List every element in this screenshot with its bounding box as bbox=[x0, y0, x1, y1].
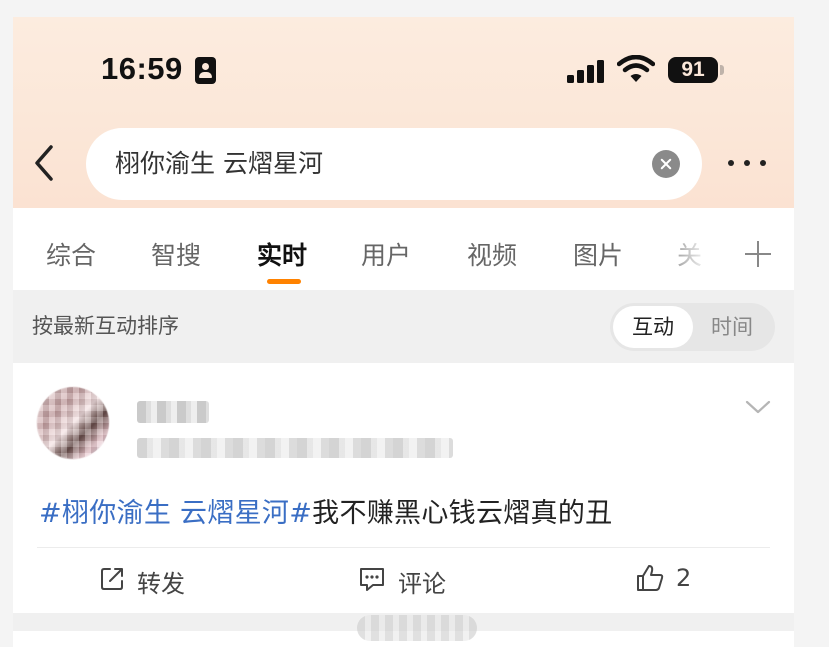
clear-icon[interactable] bbox=[652, 150, 680, 178]
search-input[interactable]: 栩你渝生 云熠星河 bbox=[86, 128, 702, 200]
like-count: 2 bbox=[676, 564, 692, 592]
sort-label: 按最新互动排序 bbox=[32, 314, 179, 338]
blurred-watermark bbox=[357, 615, 477, 641]
post-text: #栩你渝生 云熠星河#我不赚黑心钱云熠真的丑 bbox=[39, 491, 612, 530]
repost-button[interactable]: 转发 bbox=[99, 563, 209, 598]
avatar-mosaic bbox=[37, 387, 109, 459]
post-body: 我不赚黑心钱云熠真的丑 bbox=[312, 498, 613, 529]
signal-icon bbox=[567, 59, 607, 83]
comment-icon bbox=[360, 568, 384, 591]
tab-images[interactable]: 图片 bbox=[573, 236, 623, 272]
sort-option-time[interactable]: 时间 bbox=[692, 306, 772, 348]
divider bbox=[37, 547, 770, 548]
comment-button[interactable]: 评论 bbox=[358, 563, 468, 598]
like-button[interactable]: 2 bbox=[635, 563, 725, 597]
search-tabs: 综合 智搜 实时 用户 视频 图片 关 bbox=[13, 208, 794, 290]
thumbs-up-icon bbox=[637, 565, 664, 591]
battery-icon: 91 bbox=[668, 57, 718, 83]
phone-screen: 16:59 91 栩你渝生 云熠星河 综合 智搜 实时 用户 视频 图片 按最新… bbox=[13, 17, 794, 647]
tab-users[interactable]: 用户 bbox=[361, 236, 411, 272]
repost-label: 转发 bbox=[137, 570, 185, 598]
blurred-post-meta bbox=[137, 438, 453, 458]
chevron-left-icon[interactable] bbox=[31, 143, 59, 183]
tab-fade-overlay bbox=[653, 208, 733, 290]
repost-icon bbox=[101, 568, 123, 590]
sort-bar: 按最新互动排序 互动 时间 bbox=[13, 290, 794, 363]
chevron-down-icon[interactable] bbox=[744, 399, 772, 415]
more-dots-icon[interactable] bbox=[726, 157, 768, 169]
blurred-username[interactable] bbox=[137, 401, 209, 423]
comment-label: 评论 bbox=[398, 570, 446, 598]
header-area: 16:59 91 栩你渝生 云熠星河 bbox=[13, 17, 794, 208]
sort-option-interaction[interactable]: 互动 bbox=[613, 306, 693, 348]
battery-cap bbox=[720, 65, 724, 75]
contact-card-icon bbox=[195, 57, 216, 84]
search-query[interactable]: 栩你渝生 云熠星河 bbox=[115, 128, 323, 200]
plus-icon[interactable] bbox=[745, 241, 771, 267]
tab-realtime[interactable]: 实时 bbox=[257, 236, 307, 272]
tab-videos[interactable]: 视频 bbox=[467, 236, 517, 272]
sort-toggle: 互动 时间 bbox=[610, 303, 775, 351]
wifi-icon bbox=[617, 55, 655, 82]
tab-comprehensive[interactable]: 综合 bbox=[46, 236, 96, 272]
hashtag-link[interactable]: #栩你渝生 云熠星河# bbox=[39, 498, 312, 529]
post-card: #栩你渝生 云熠星河#我不赚黑心钱云熠真的丑 转发 评论 2 bbox=[13, 363, 794, 613]
active-tab-indicator bbox=[267, 279, 301, 284]
tab-smart-search[interactable]: 智搜 bbox=[151, 236, 201, 272]
status-time: 16:59 bbox=[101, 51, 183, 86]
